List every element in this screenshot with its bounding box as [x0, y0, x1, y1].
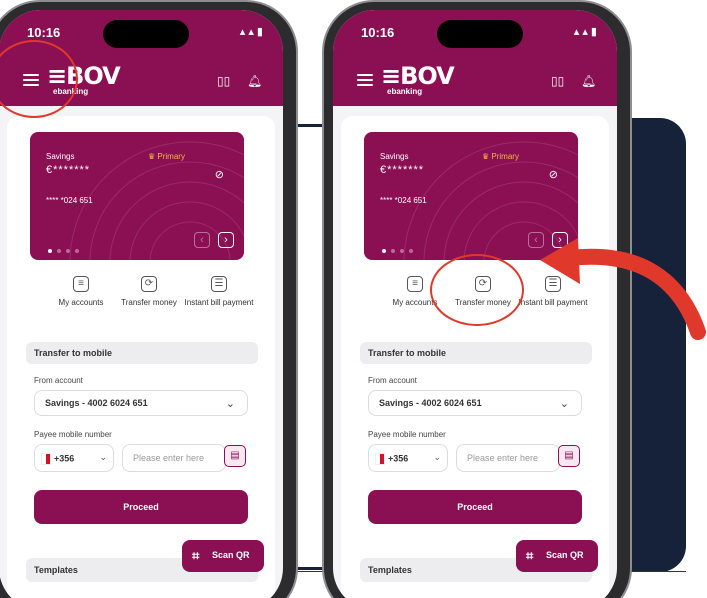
list-icon: ≡	[73, 276, 89, 292]
from-account-value: Savings - 4002 6024 651	[45, 398, 148, 408]
card-type: Savings	[46, 152, 75, 161]
card-number: **** *024 651	[380, 196, 427, 205]
card-switch-icon[interactable]: ▯▯	[551, 74, 564, 88]
from-account-label: From account	[368, 376, 417, 385]
transfer-highlight-circle	[430, 254, 524, 326]
dynamic-island	[437, 20, 523, 48]
card-type: Savings	[380, 152, 409, 161]
phone-input[interactable]: Please enter here	[122, 444, 226, 472]
chevron-down-icon: ⌄	[225, 398, 235, 410]
from-account-select[interactable]: Savings - 4002 6024 651 ⌄	[368, 390, 582, 416]
status-icons: ▴ ▴ ▮	[239, 26, 263, 38]
card-balance: €*******	[380, 164, 425, 176]
payee-label: Payee mobile number	[34, 430, 112, 439]
action-label: Transfer money	[121, 298, 177, 307]
card-pager	[48, 240, 84, 258]
chevron-down-icon: ⌄	[433, 452, 441, 462]
card-switch-icon[interactable]: ▯▯	[217, 74, 230, 88]
transfer-icon: ⟳	[141, 276, 157, 292]
bell-icon[interactable]: 🔔︎	[581, 74, 596, 88]
from-account-value: Savings - 4002 6024 651	[379, 398, 482, 408]
status-time: 10:16	[27, 25, 61, 40]
malta-flag-icon	[375, 453, 385, 465]
card-prev-button[interactable]: ‹	[194, 232, 210, 248]
card-number: **** *024 651	[46, 196, 93, 205]
action-my-accounts[interactable]: ≡ My accounts	[46, 276, 116, 307]
bill-icon: ☰	[211, 276, 227, 292]
scan-qr-button[interactable]: ⌗ Scan QR	[516, 540, 598, 572]
phone-input[interactable]: Please enter here	[456, 444, 560, 472]
action-label: Instant bill payment	[184, 298, 254, 307]
card-balance: €*******	[46, 164, 91, 176]
scan-qr-label: Scan QR	[546, 550, 584, 560]
transfer-section-title: Transfer to mobile	[360, 342, 592, 364]
card-pager	[382, 240, 418, 258]
scan-qr-label: Scan QR	[212, 550, 250, 560]
annotation-arrow-icon	[540, 238, 706, 340]
app-header: 10:16 ▴ ▴ ▮ ≡BOV ebanking ▯▯ 🔔︎	[333, 10, 617, 106]
payee-label: Payee mobile number	[368, 430, 446, 439]
card-next-button[interactable]: ›	[218, 232, 234, 248]
chevron-down-icon: ⌄	[99, 452, 107, 462]
eye-off-icon[interactable]: ⊘	[549, 168, 558, 181]
action-transfer-money[interactable]: ⟳ Transfer money	[114, 276, 184, 307]
action-label: My accounts	[58, 298, 104, 307]
account-card[interactable]: Savings ♛ Primary €******* ⊘ **** *024 6…	[30, 132, 244, 260]
from-account-label: From account	[34, 376, 83, 385]
contacts-book-icon[interactable]: ▤	[224, 445, 246, 467]
bov-logo: ≡BOV ebanking	[381, 62, 455, 96]
action-instant-bill[interactable]: ☰ Instant bill payment	[184, 276, 254, 307]
dynamic-island	[103, 20, 189, 48]
primary-badge: ♛ Primary	[482, 152, 519, 161]
bell-icon[interactable]: 🔔︎	[247, 74, 262, 88]
proceed-button[interactable]: Proceed	[34, 490, 248, 524]
chevron-down-icon: ⌄	[559, 398, 569, 410]
country-code: +356	[388, 453, 409, 464]
primary-badge: ♛ Primary	[148, 152, 185, 161]
proceed-button[interactable]: Proceed	[368, 490, 582, 524]
eye-off-icon[interactable]: ⊘	[215, 168, 224, 181]
from-account-select[interactable]: Savings - 4002 6024 651 ⌄	[34, 390, 248, 416]
malta-flag-icon	[41, 453, 51, 465]
transfer-section-title: Transfer to mobile	[26, 342, 258, 364]
qr-icon: ⌗	[526, 548, 534, 563]
country-code: +356	[54, 453, 75, 464]
logo-main: ≡BOV	[381, 62, 455, 90]
qr-icon: ⌗	[192, 548, 200, 563]
list-icon: ≡	[407, 276, 423, 292]
country-code-select[interactable]: +356 ⌄	[34, 444, 114, 472]
status-icons: ▴ ▴ ▮	[573, 26, 597, 38]
status-time: 10:16	[361, 25, 395, 40]
country-code-select[interactable]: +356 ⌄	[368, 444, 448, 472]
scan-qr-button[interactable]: ⌗ Scan QR	[182, 540, 264, 572]
contacts-book-icon[interactable]: ▤	[558, 445, 580, 467]
menu-button[interactable]	[357, 74, 373, 86]
